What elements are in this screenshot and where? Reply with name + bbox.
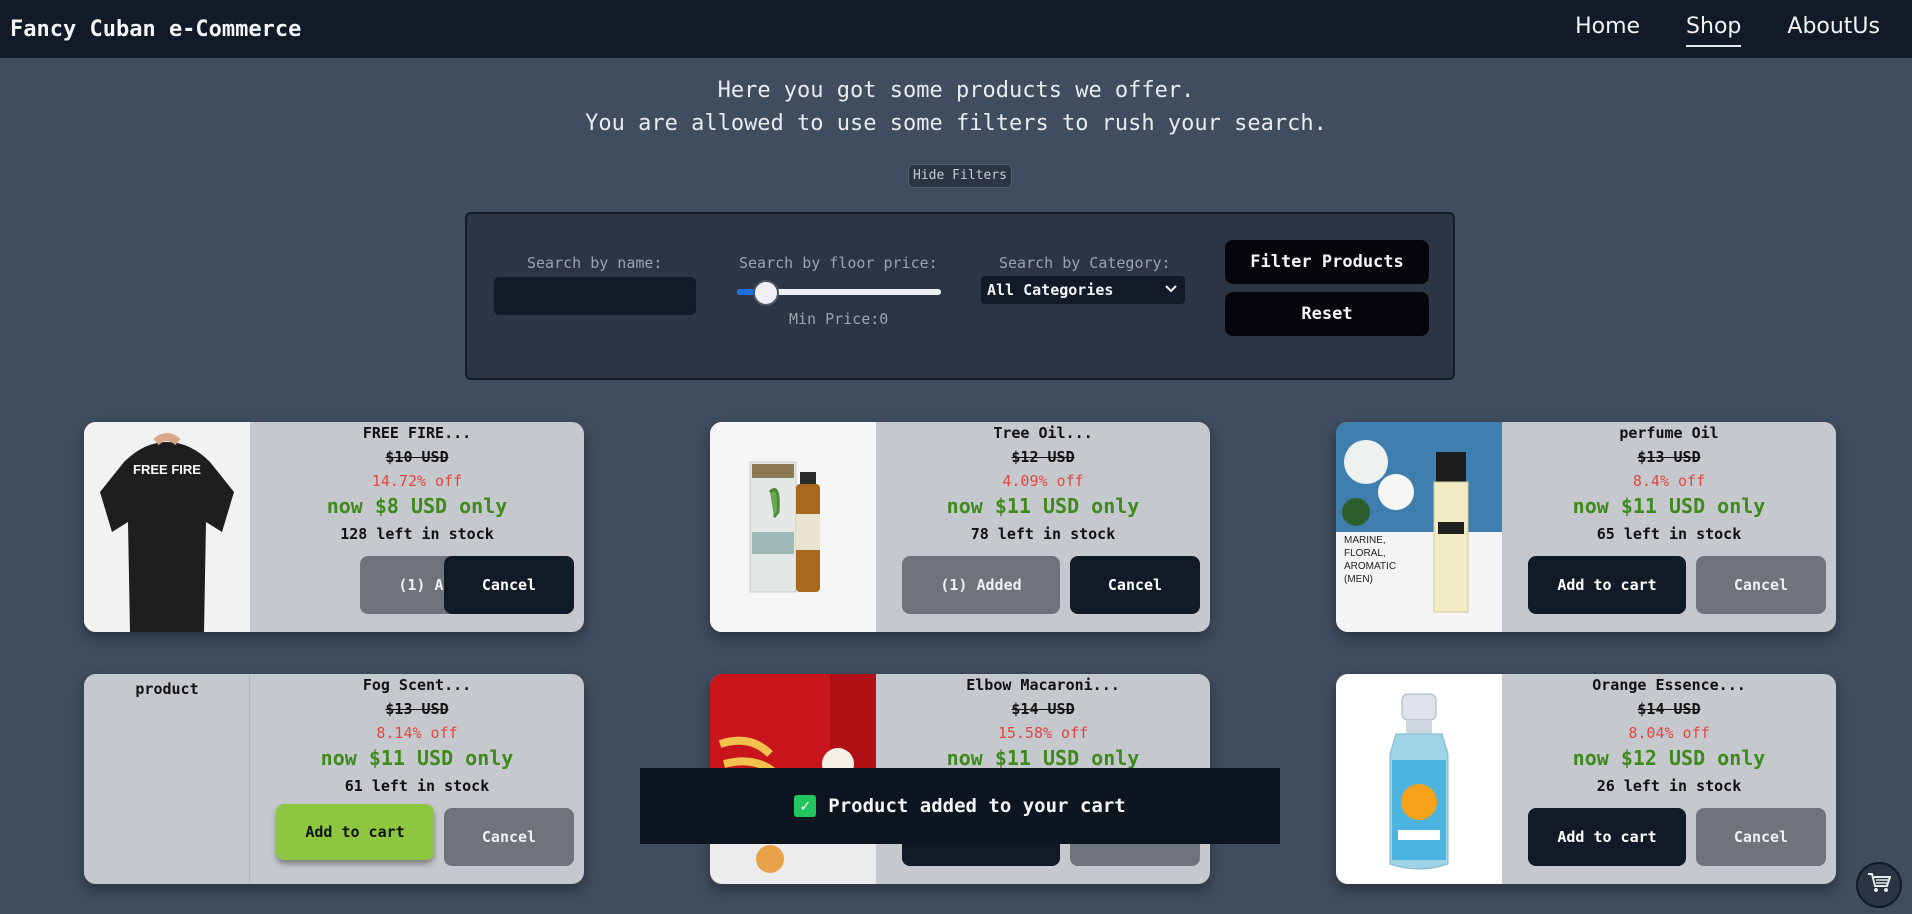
toast-message: Product added to your cart (828, 795, 1126, 817)
add-to-cart-button[interactable]: Add to cart (276, 804, 434, 860)
product-card: product Fog Scent... $13 USD 8.14% off n… (84, 674, 584, 884)
nav-about[interactable]: AboutUs (1787, 14, 1880, 45)
product-image: product (84, 674, 250, 884)
product-discount: 8.04% off (1628, 724, 1710, 742)
product-stock: 61 left in stock (344, 777, 490, 795)
product-now-price: now $11 USD only (1572, 494, 1766, 518)
product-stock: 128 left in stock (340, 525, 494, 543)
product-name: perfume Oil (1619, 424, 1719, 442)
search-name-input[interactable] (493, 276, 697, 316)
product-card: MARINE, FLORAL, AROMATIC (MEN) perfume O… (1336, 422, 1836, 632)
min-price-text: Min Price:0 (789, 310, 889, 328)
cart-icon (1867, 872, 1892, 898)
product-old-price: $13 USD (385, 700, 449, 718)
product-old-price: $14 USD (1637, 700, 1701, 718)
product-old-price: $10 USD (385, 448, 449, 466)
cart-button[interactable] (1856, 862, 1902, 908)
product-old-price: $12 USD (1011, 448, 1075, 466)
cancel-button[interactable]: Cancel (1070, 556, 1200, 614)
filter-products-button[interactable]: Filter Products (1225, 240, 1429, 284)
product-now-price: now $11 USD only (946, 494, 1140, 518)
hide-filters-button[interactable]: Hide Filters (908, 164, 1012, 188)
product-discount: 8.14% off (376, 724, 458, 742)
name-filter-label: Search by name: (527, 254, 663, 272)
product-stock: 78 left in stock (970, 525, 1116, 543)
intro-line-2: You are allowed to use some filters to r… (585, 111, 1327, 136)
category-filter-label: Search by Category: (999, 254, 1171, 272)
product-stock: 26 left in stock (1596, 777, 1742, 795)
nav-home[interactable]: Home (1575, 14, 1640, 45)
nav-links: Home Shop AboutUs (1575, 14, 1880, 47)
intro-line-1: Here you got some products we offer. (717, 78, 1195, 103)
product-image (710, 422, 876, 632)
category-selected-value: All Categories (987, 281, 1114, 299)
price-filter-label: Search by floor price: (739, 254, 938, 272)
product-discount: 15.58% off (997, 724, 1089, 742)
brand-title[interactable]: Fancy Cuban e-Commerce (10, 17, 301, 42)
price-slider-thumb[interactable] (753, 280, 779, 306)
filter-panel: Search by name: Search by floor price: M… (465, 212, 1455, 380)
toast-notification[interactable]: ✓ Product added to your cart (640, 768, 1280, 844)
product-discount: 8.4% off (1632, 472, 1706, 490)
product-old-price: $13 USD (1637, 448, 1701, 466)
product-card: Tree Oil... $12 USD 4.09% off now $11 US… (710, 422, 1210, 632)
navbar: Fancy Cuban e-Commerce Home Shop AboutUs (0, 0, 1912, 58)
product-name: Orange Essence... (1592, 676, 1746, 694)
cancel-button[interactable]: Cancel (444, 556, 574, 614)
product-name: Fog Scent... (362, 676, 472, 694)
product-discount: 14.72% off (371, 472, 463, 490)
product-old-price: $14 USD (1011, 700, 1075, 718)
check-icon: ✓ (794, 795, 817, 817)
image-alt-text: product (135, 680, 199, 698)
product-now-price: now $12 USD only (1572, 746, 1766, 770)
product-name: Tree Oil... (993, 424, 1093, 442)
chevron-down-icon (1165, 276, 1177, 304)
nav-shop[interactable]: Shop (1686, 14, 1742, 47)
product-image: MARINE, FLORAL, AROMATIC (MEN) (1336, 422, 1502, 632)
add-to-cart-button[interactable]: Add to cart (1528, 808, 1686, 866)
product-now-price: now $11 USD only (946, 746, 1140, 770)
product-now-price: now $8 USD only (326, 494, 508, 518)
product-card: Orange Essence... $14 USD 8.04% off now … (1336, 674, 1836, 884)
cancel-button[interactable]: Cancel (1696, 556, 1826, 614)
product-now-price: now $11 USD only (320, 746, 514, 770)
product-image-caption: MARINE, FLORAL, AROMATIC (MEN) (1344, 535, 1397, 585)
category-select[interactable]: All Categories (981, 276, 1185, 304)
cancel-button[interactable]: Cancel (1696, 808, 1826, 866)
reset-button[interactable]: Reset (1225, 292, 1429, 336)
product-image: FREE FIRE (84, 422, 250, 632)
product-card: FREE FIRE FREE FIRE... $10 USD 14.72% of… (84, 422, 584, 632)
product-name: FREE FIRE... (362, 424, 472, 442)
product-image (1336, 674, 1502, 884)
product-name: Elbow Macaroni... (966, 676, 1120, 694)
intro-text: Here you got some products we offer. You… (0, 74, 1912, 140)
add-to-cart-button[interactable]: Add to cart (1528, 556, 1686, 614)
product-discount: 4.09% off (1002, 472, 1084, 490)
cancel-button[interactable]: Cancel (444, 808, 574, 866)
svg-text:FREE FIRE: FREE FIRE (133, 462, 201, 477)
product-stock: 65 left in stock (1596, 525, 1742, 543)
added-button[interactable]: (1) Added (902, 556, 1060, 614)
